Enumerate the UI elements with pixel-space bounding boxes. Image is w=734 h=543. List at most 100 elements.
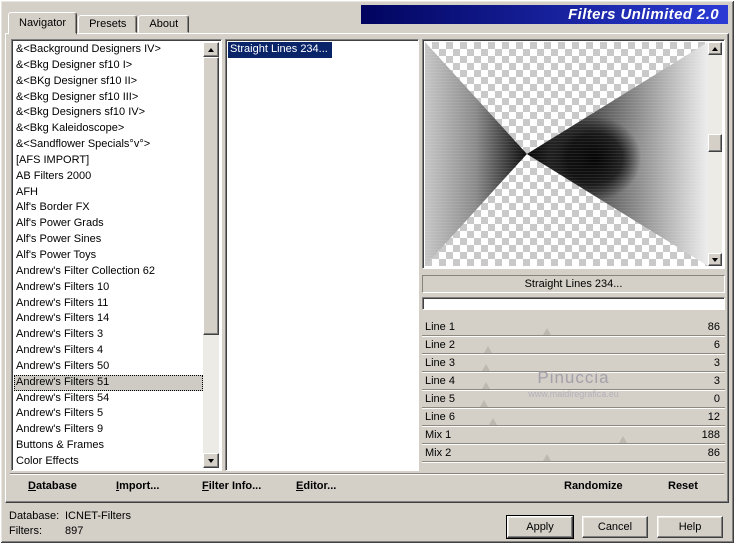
cancel-button[interactable]: Cancel bbox=[582, 516, 648, 538]
param-slider-thumb[interactable] bbox=[543, 328, 552, 335]
navigator-list-item[interactable]: AB Filters 2000 bbox=[14, 169, 203, 185]
filters-unlimited-window: Filters Unlimited 2.0 Navigator Presets … bbox=[0, 0, 734, 543]
param-row: Line 5 0 bbox=[422, 391, 725, 409]
navigator-list-item[interactable]: AFH bbox=[14, 185, 203, 201]
navigator-list-item[interactable]: Andrew's Filters 9 bbox=[14, 422, 203, 438]
navigator-list-item[interactable]: Alf's Power Grads bbox=[14, 216, 203, 232]
tab-presets[interactable]: Presets bbox=[78, 15, 138, 33]
param-rows: Line 1 86 Line 2 6 Line 3 3 Line 4 3 Line 5 0 Line… bbox=[422, 319, 725, 465]
navigator-list-item[interactable]: Andrew's Filters 14 bbox=[14, 311, 203, 327]
param-value: 12 bbox=[707, 411, 720, 423]
randomize-button[interactable]: Randomize bbox=[564, 478, 623, 494]
navigator-list-item[interactable]: Color Effects bbox=[14, 454, 203, 468]
filter-preview-image bbox=[425, 42, 708, 266]
help-button[interactable]: Help bbox=[657, 516, 723, 538]
param-slider-thumb[interactable] bbox=[484, 346, 493, 353]
window-title: Filters Unlimited 2.0 bbox=[568, 6, 719, 23]
arrow-down-icon bbox=[712, 257, 718, 262]
tab-bar: Navigator Presets About bbox=[8, 12, 190, 35]
navigator-list-item[interactable]: &<Bkg Designers sf10 IV> bbox=[14, 105, 203, 121]
navigator-list-item[interactable]: &<BKg Designer sf10 II> bbox=[14, 74, 203, 90]
status-filters-row: Filters: 897 bbox=[9, 524, 131, 539]
scroll-down-button[interactable] bbox=[203, 453, 219, 468]
param-value: 86 bbox=[707, 321, 720, 333]
param-slider-thumb[interactable] bbox=[482, 382, 491, 389]
filter-list-panel: Straight Lines 234... bbox=[225, 39, 419, 471]
apply-button[interactable]: Apply bbox=[507, 516, 573, 538]
arrow-up-icon bbox=[208, 47, 214, 52]
navigator-list-item[interactable]: Andrew's Filters 10 bbox=[14, 280, 203, 296]
navigator-list-item[interactable]: Andrew's Filters 5 bbox=[14, 406, 203, 422]
navigator-list-item[interactable]: Buttons & Frames bbox=[14, 438, 203, 454]
navigator-list-item[interactable]: Alf's Power Toys bbox=[14, 248, 203, 264]
status-filters-label: Filters: bbox=[9, 525, 42, 537]
param-slider-thumb[interactable] bbox=[618, 436, 627, 443]
param-row: Mix 1 188 bbox=[422, 427, 725, 445]
filter-info-button[interactable]: Filter Info... bbox=[202, 478, 261, 494]
navigator-scrollbar[interactable] bbox=[203, 42, 219, 468]
scroll-up-button[interactable] bbox=[203, 42, 219, 57]
editor-button[interactable]: Editor... bbox=[296, 478, 336, 494]
param-value: 86 bbox=[707, 447, 720, 459]
param-slider-thumb[interactable] bbox=[482, 364, 491, 371]
param-row: Line 1 86 bbox=[422, 319, 725, 337]
param-label: Line 5 bbox=[425, 393, 455, 405]
param-value: 6 bbox=[713, 339, 720, 351]
navigator-list-item[interactable]: Alf's Power Sines bbox=[14, 232, 203, 248]
status-database-value: ICNET-Filters bbox=[65, 510, 131, 522]
navigator-list-item[interactable]: &<Sandflower Specials°v°> bbox=[14, 137, 203, 153]
navigator-list[interactable]: &<Background Designers IV> &<Bkg Designer… bbox=[14, 42, 203, 468]
tab-navigator[interactable]: Navigator bbox=[8, 12, 78, 35]
preview-scroll-up-button[interactable] bbox=[708, 42, 722, 55]
title-banner: Filters Unlimited 2.0 bbox=[361, 5, 728, 24]
param-slider-thumb[interactable] bbox=[543, 454, 552, 461]
param-row: Line 4 3 bbox=[422, 373, 725, 391]
param-label: Line 3 bbox=[425, 357, 455, 369]
navigator-list-item[interactable]: Andrew's Filters 50 bbox=[14, 359, 203, 375]
navigator-list-item[interactable]: Andrew's Filters 3 bbox=[14, 327, 203, 343]
param-value: 188 bbox=[701, 429, 720, 441]
database-button[interactable]: Database bbox=[28, 478, 77, 494]
selected-filter-name: Straight Lines 234... bbox=[422, 275, 725, 293]
navigator-list-item[interactable]: &<Bkg Designer sf10 I> bbox=[14, 58, 203, 74]
param-slider-thumb[interactable] bbox=[488, 418, 497, 425]
navigator-page: &<Background Designers IV> &<Bkg Designer… bbox=[5, 33, 729, 503]
param-value: 0 bbox=[713, 393, 720, 405]
navigator-list-item[interactable]: Andrew's Filters 4 bbox=[14, 343, 203, 359]
param-value: 3 bbox=[713, 357, 720, 369]
navigator-list-item[interactable]: Andrew's Filters 11 bbox=[14, 296, 203, 312]
navigator-list-item[interactable]: &<Bkg Designer sf10 III> bbox=[14, 90, 203, 106]
preview-scroll-down-button[interactable] bbox=[708, 253, 722, 266]
progress-bar bbox=[422, 297, 725, 310]
navigator-list-item[interactable]: [AFS IMPORT] bbox=[14, 153, 203, 169]
navigator-list-item[interactable]: Andrew's Filters 54 bbox=[14, 391, 203, 407]
param-label: Mix 1 bbox=[425, 429, 452, 441]
status-database-label: Database: bbox=[9, 510, 60, 522]
param-label: Line 6 bbox=[425, 411, 455, 423]
filter-list-item[interactable]: Straight Lines 234... bbox=[228, 42, 332, 58]
param-label: Line 1 bbox=[425, 321, 455, 333]
arrow-up-icon bbox=[712, 46, 718, 51]
reset-button[interactable]: Reset bbox=[668, 478, 698, 494]
preview-area bbox=[422, 39, 725, 269]
preview-panel: Straight Lines 234... Line 1 86 Line 2 6 Lin… bbox=[422, 39, 725, 501]
param-slider-thumb[interactable] bbox=[480, 400, 488, 407]
filter-list[interactable]: Straight Lines 234... bbox=[228, 42, 416, 468]
navigator-scrollbar-thumb[interactable] bbox=[203, 57, 219, 335]
navigator-list-item[interactable]: &<Bkg Kaleidoscope> bbox=[14, 121, 203, 137]
tab-about[interactable]: About bbox=[138, 15, 190, 33]
param-row: Line 6 12 bbox=[422, 409, 725, 427]
navigator-panel: &<Background Designers IV> &<Bkg Designer… bbox=[11, 39, 222, 471]
import-button[interactable]: Import... bbox=[116, 478, 159, 494]
navigator-list-item[interactable]: Alf's Border FX bbox=[14, 200, 203, 216]
navigator-list-item[interactable]: &<Background Designers IV> bbox=[14, 42, 203, 58]
status-bar: Database: ICNET-Filters Filters: 897 bbox=[9, 509, 131, 539]
preview-scrollbar[interactable] bbox=[708, 42, 722, 266]
param-label: Line 2 bbox=[425, 339, 455, 351]
arrow-down-icon bbox=[208, 458, 214, 463]
navigator-list-item[interactable]: Andrew's Filters 51 bbox=[14, 374, 203, 391]
status-filters-value: 897 bbox=[65, 525, 84, 537]
navigator-list-item[interactable]: Andrew's Filter Collection 62 bbox=[14, 264, 203, 280]
status-database-row: Database: ICNET-Filters bbox=[9, 509, 131, 524]
preview-scrollbar-thumb[interactable] bbox=[708, 134, 722, 152]
